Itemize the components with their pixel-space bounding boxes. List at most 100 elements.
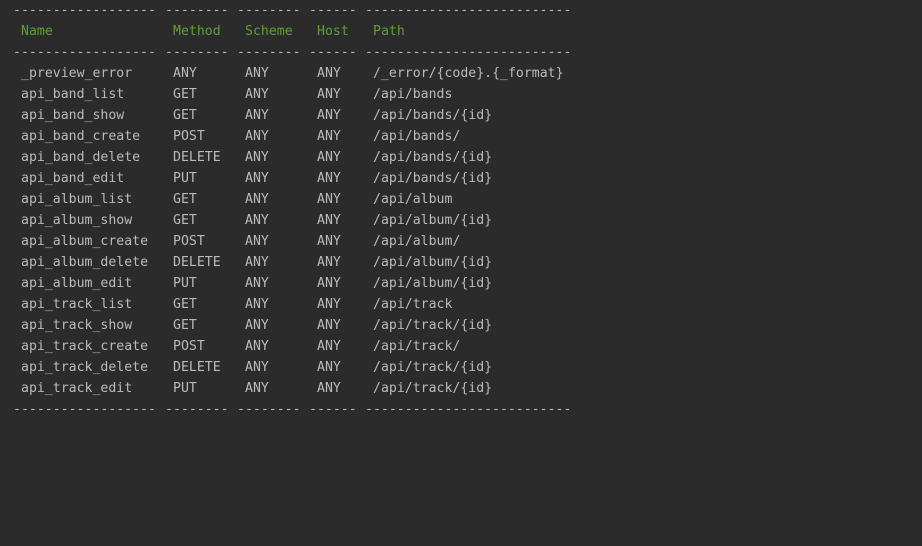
route-method: GET [173, 213, 197, 228]
route-path: /api/album/{id} [373, 213, 493, 228]
route-scheme: ANY [245, 129, 269, 144]
route-host: ANY [317, 381, 341, 396]
table-row: api_album_create POST ANY ANY /api/album… [0, 231, 460, 252]
rule-path: -------------------------- [365, 402, 572, 417]
rule-method: -------- [165, 402, 229, 417]
route-host: ANY [317, 150, 341, 165]
table-row: api_band_create POST ANY ANY /api/bands/ [0, 126, 460, 147]
rule-host: ------ [309, 3, 357, 18]
route-scheme: ANY [245, 234, 269, 249]
route-host: ANY [317, 297, 341, 312]
route-method: POST [173, 234, 205, 249]
route-scheme: ANY [245, 381, 269, 396]
route-name: api_track_create [21, 339, 149, 354]
route-method: PUT [173, 381, 197, 396]
table-row: api_band_list GET ANY ANY /api/bands [0, 84, 452, 105]
route-path: /api/album/{id} [373, 255, 493, 270]
route-scheme: ANY [245, 213, 269, 228]
table-row: api_track_delete DELETE ANY ANY /api/tra… [0, 357, 492, 378]
route-scheme: ANY [245, 150, 269, 165]
table-row: api_track_list GET ANY ANY /api/track [0, 294, 452, 315]
rule-host: ------ [309, 402, 357, 417]
table-row: api_band_delete DELETE ANY ANY /api/band… [0, 147, 492, 168]
route-path: /api/album/{id} [373, 276, 493, 291]
route-host: ANY [317, 339, 341, 354]
route-path: /api/bands/{id} [373, 150, 493, 165]
table-rule-bottom: ------------------ -------- -------- ---… [0, 399, 571, 420]
rule-name: ------------------ [13, 402, 156, 417]
header-scheme: Scheme [245, 24, 293, 39]
route-scheme: ANY [245, 276, 269, 291]
table-rule-top: ------------------ -------- -------- ---… [0, 0, 571, 21]
route-name: api_track_show [21, 318, 133, 333]
route-name: api_band_list [21, 87, 125, 102]
route-host: ANY [317, 318, 341, 333]
route-name: api_band_delete [21, 150, 141, 165]
route-method: GET [173, 318, 197, 333]
route-method: PUT [173, 171, 197, 186]
route-scheme: ANY [245, 255, 269, 270]
rule-host: ------ [309, 45, 357, 60]
route-name: api_album_edit [21, 276, 133, 291]
route-scheme: ANY [245, 318, 269, 333]
route-method: GET [173, 87, 197, 102]
route-host: ANY [317, 360, 341, 375]
rule-scheme: -------- [237, 402, 301, 417]
route-scheme: ANY [245, 171, 269, 186]
route-path: /api/track/ [373, 339, 461, 354]
rule-method: -------- [165, 3, 229, 18]
route-host: ANY [317, 234, 341, 249]
route-path: /_error/{code}.{_format} [373, 66, 564, 81]
route-path: /api/bands/{id} [373, 171, 493, 186]
route-name: api_album_list [21, 192, 133, 207]
table-row: _preview_error ANY ANY ANY /_error/{code… [0, 63, 564, 84]
rule-path: -------------------------- [365, 45, 572, 60]
table-row: api_album_list GET ANY ANY /api/album [0, 189, 452, 210]
route-scheme: ANY [245, 360, 269, 375]
route-name: _preview_error [21, 66, 133, 81]
route-host: ANY [317, 129, 341, 144]
route-path: /api/track [373, 297, 453, 312]
route-path: /api/bands [373, 87, 453, 102]
route-name: api_album_create [21, 234, 149, 249]
route-path: /api/track/{id} [373, 381, 493, 396]
table-row: api_track_edit PUT ANY ANY /api/track/{i… [0, 378, 492, 399]
rule-method: -------- [165, 45, 229, 60]
route-method: DELETE [173, 255, 221, 270]
route-name: api_band_edit [21, 171, 125, 186]
route-method: POST [173, 339, 205, 354]
route-method: ANY [173, 66, 197, 81]
route-name: api_band_create [21, 129, 141, 144]
rule-scheme: -------- [237, 3, 301, 18]
route-path: /api/track/{id} [373, 360, 493, 375]
table-row: api_band_edit PUT ANY ANY /api/bands/{id… [0, 168, 492, 189]
rule-scheme: -------- [237, 45, 301, 60]
route-scheme: ANY [245, 87, 269, 102]
route-scheme: ANY [245, 108, 269, 123]
route-path: /api/track/{id} [373, 318, 493, 333]
rule-name: ------------------ [13, 3, 156, 18]
route-host: ANY [317, 276, 341, 291]
table-row: api_track_show GET ANY ANY /api/track/{i… [0, 315, 492, 336]
table-row: api_album_edit PUT ANY ANY /api/album/{i… [0, 273, 492, 294]
header-path: Path [373, 24, 405, 39]
route-name: api_album_show [21, 213, 133, 228]
terminal-output: ------------------ -------- -------- ---… [0, 0, 922, 426]
route-method: POST [173, 129, 205, 144]
route-path: /api/album/ [373, 234, 461, 249]
rule-name: ------------------ [13, 45, 156, 60]
route-name: api_album_delete [21, 255, 149, 270]
route-host: ANY [317, 87, 341, 102]
route-path: /api/bands/{id} [373, 108, 493, 123]
route-path: /api/album [373, 192, 453, 207]
route-scheme: ANY [245, 66, 269, 81]
route-method: PUT [173, 276, 197, 291]
route-name: api_track_delete [21, 360, 149, 375]
header-name: Name [21, 24, 53, 39]
route-scheme: ANY [245, 192, 269, 207]
route-method: DELETE [173, 360, 221, 375]
route-name: api_track_edit [21, 381, 133, 396]
route-scheme: ANY [245, 297, 269, 312]
rule-path: -------------------------- [365, 3, 572, 18]
route-host: ANY [317, 108, 341, 123]
